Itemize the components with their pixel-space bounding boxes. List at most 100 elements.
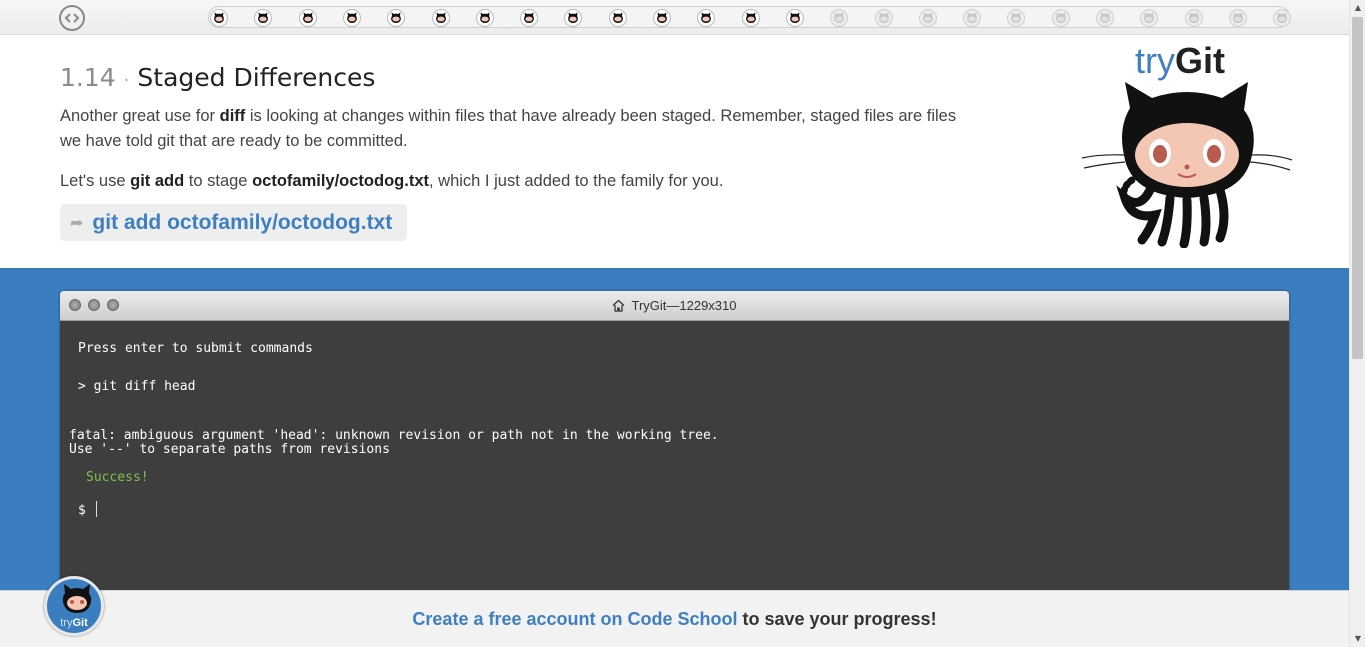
octocat-step-icon (479, 12, 490, 23)
terminal-titlebar: TryGit—1229x310 (60, 291, 1289, 321)
lesson-step-dot[interactable] (1051, 9, 1070, 27)
terminal-error-line: fatal: ambiguous argument 'head': unknow… (69, 428, 719, 443)
keyword-diff: diff (219, 107, 246, 125)
lesson-step-dot[interactable] (785, 9, 804, 27)
terminal-title-text: TryGit—1229x310 (631, 298, 737, 313)
terminal-success-message: Success! (86, 470, 149, 485)
lesson-step-dot[interactable] (1184, 9, 1203, 27)
logo-try: try (1135, 40, 1175, 81)
create-account-link[interactable]: Create a free account on Code School (412, 609, 737, 629)
save-progress-text: to save your progress! (737, 609, 937, 629)
text-segment: to stage (184, 172, 253, 190)
terminal-hint: Press enter to submit commands (78, 341, 313, 356)
logo-git: Git (1175, 40, 1225, 81)
lesson-step-dot[interactable] (564, 9, 583, 27)
octocat-step-icon (1188, 12, 1199, 23)
home-icon (613, 299, 625, 312)
lesson-separator: · (123, 70, 130, 91)
lesson-step-dot[interactable] (387, 9, 406, 27)
lesson-step-dot[interactable] (741, 9, 760, 27)
lesson-step-dot[interactable] (1228, 9, 1247, 27)
octocat-step-icon (967, 12, 977, 23)
lesson-step-dot[interactable] (1096, 9, 1114, 27)
octocat-step-icon (258, 12, 269, 23)
save-progress-bar: Create a free account on Code School to … (0, 590, 1349, 647)
keyword-filename: octofamily/octodog.txt (252, 172, 429, 190)
scroll-down-icon[interactable]: ▼ (1350, 631, 1365, 647)
octocat-step-icon (524, 12, 534, 23)
page-title: Staged Differences (137, 63, 376, 92)
progress-bar (0, 0, 1349, 35)
lesson-step-dot[interactable] (653, 9, 671, 27)
lesson-content: 1.14 · Staged Differences Another great us… (60, 60, 980, 241)
chevrons-icon (64, 13, 80, 23)
suggested-command-button[interactable]: ➦ git add octofamily/octodog.txt (60, 204, 408, 241)
lesson-step-dot[interactable] (210, 9, 228, 27)
lesson-step-dot[interactable] (342, 9, 361, 27)
octocat-badge-icon (62, 584, 92, 613)
octocat-step-icon (1144, 12, 1155, 23)
lesson-step-dot[interactable] (697, 9, 716, 27)
scroll-up-icon[interactable]: ▲ (1350, 0, 1365, 16)
octocat-step-icon (1100, 12, 1110, 23)
terminal-title: TryGit—1229x310 (60, 291, 1289, 321)
octocat-step-icon (1232, 12, 1243, 23)
suggested-command-text: git add octofamily/octodog.txt (92, 210, 393, 234)
scrollbar-thumb[interactable] (1352, 17, 1363, 359)
text-segment: Let's use (60, 172, 131, 190)
prompt-symbol: $ (78, 503, 86, 518)
lesson-step-dot[interactable] (431, 9, 450, 27)
lesson-step-dot[interactable] (830, 9, 849, 27)
octocat-step-icon (391, 12, 402, 23)
octocat-icon (1081, 82, 1293, 248)
terminal-error-line: Use '--' to separate paths from revision… (69, 442, 390, 457)
octocat-step-icon (214, 12, 224, 23)
lesson-step-dot[interactable] (298, 9, 317, 27)
terminal-command-line: > git diff head (78, 379, 196, 394)
lesson-progress-track (208, 6, 1292, 28)
octocat-step-icon (878, 12, 889, 23)
lesson-step-dot[interactable] (1007, 9, 1026, 27)
octocat-step-icon (435, 12, 446, 23)
octocat-step-icon (834, 12, 845, 23)
lesson-step-dot[interactable] (608, 9, 627, 27)
octocat-step-icon (612, 12, 623, 23)
lesson-step-dot[interactable] (874, 9, 893, 27)
terminal-window[interactable]: TryGit—1229x310 Press enter to submit co… (60, 291, 1289, 611)
save-progress-message: Create a free account on Code School to … (0, 609, 1349, 630)
nav-toggle-button[interactable] (59, 5, 85, 31)
octocat-step-icon (1277, 12, 1288, 23)
octocat-step-icon (1055, 12, 1066, 23)
lesson-step-dot[interactable] (1273, 9, 1292, 27)
lesson-step-dot[interactable] (254, 9, 273, 27)
lesson-number: 1.14 (60, 63, 116, 92)
lesson-step-dot[interactable] (963, 9, 982, 27)
octocat-step-icon (657, 12, 667, 23)
badge-git: Git (72, 617, 88, 629)
lesson-step-dot[interactable] (520, 9, 539, 27)
octocat-step-icon (1011, 12, 1022, 23)
trygit-badge[interactable]: tryGit (44, 576, 104, 636)
terminal-prompt[interactable]: $ (78, 501, 97, 518)
badge-try: try (60, 617, 73, 629)
lesson-paragraph-2: Let's use git add to stage octofamily/oc… (60, 169, 980, 194)
octocat-step-icon (745, 12, 756, 23)
text-segment: , which I just added to the family for y… (429, 172, 724, 190)
lesson-step-dot[interactable] (918, 9, 937, 27)
terminal-console[interactable]: Press enter to submit commands > git dif… (60, 321, 1289, 611)
text-segment: Another great use for (60, 107, 220, 125)
octocat-step-icon (789, 12, 800, 23)
lesson-step-dot[interactable] (1140, 9, 1159, 27)
forward-arrow-icon: ➦ (70, 213, 84, 232)
octocat-step-icon (922, 12, 933, 23)
lesson-paragraph-1: Another great use for diff is looking at… (60, 104, 980, 154)
lesson-step-dot[interactable] (475, 9, 494, 27)
keyword-git-add: git add (130, 172, 185, 190)
badge-label: tryGit (47, 617, 101, 629)
text-cursor (95, 501, 97, 517)
octocat-step-icon (346, 12, 357, 23)
lesson-heading: 1.14 · Staged Differences (60, 60, 980, 96)
page-scrollbar[interactable]: ▲ ▼ (1349, 0, 1365, 647)
octocat-step-icon (302, 12, 313, 23)
trygit-logo: tryGit (1135, 40, 1225, 82)
